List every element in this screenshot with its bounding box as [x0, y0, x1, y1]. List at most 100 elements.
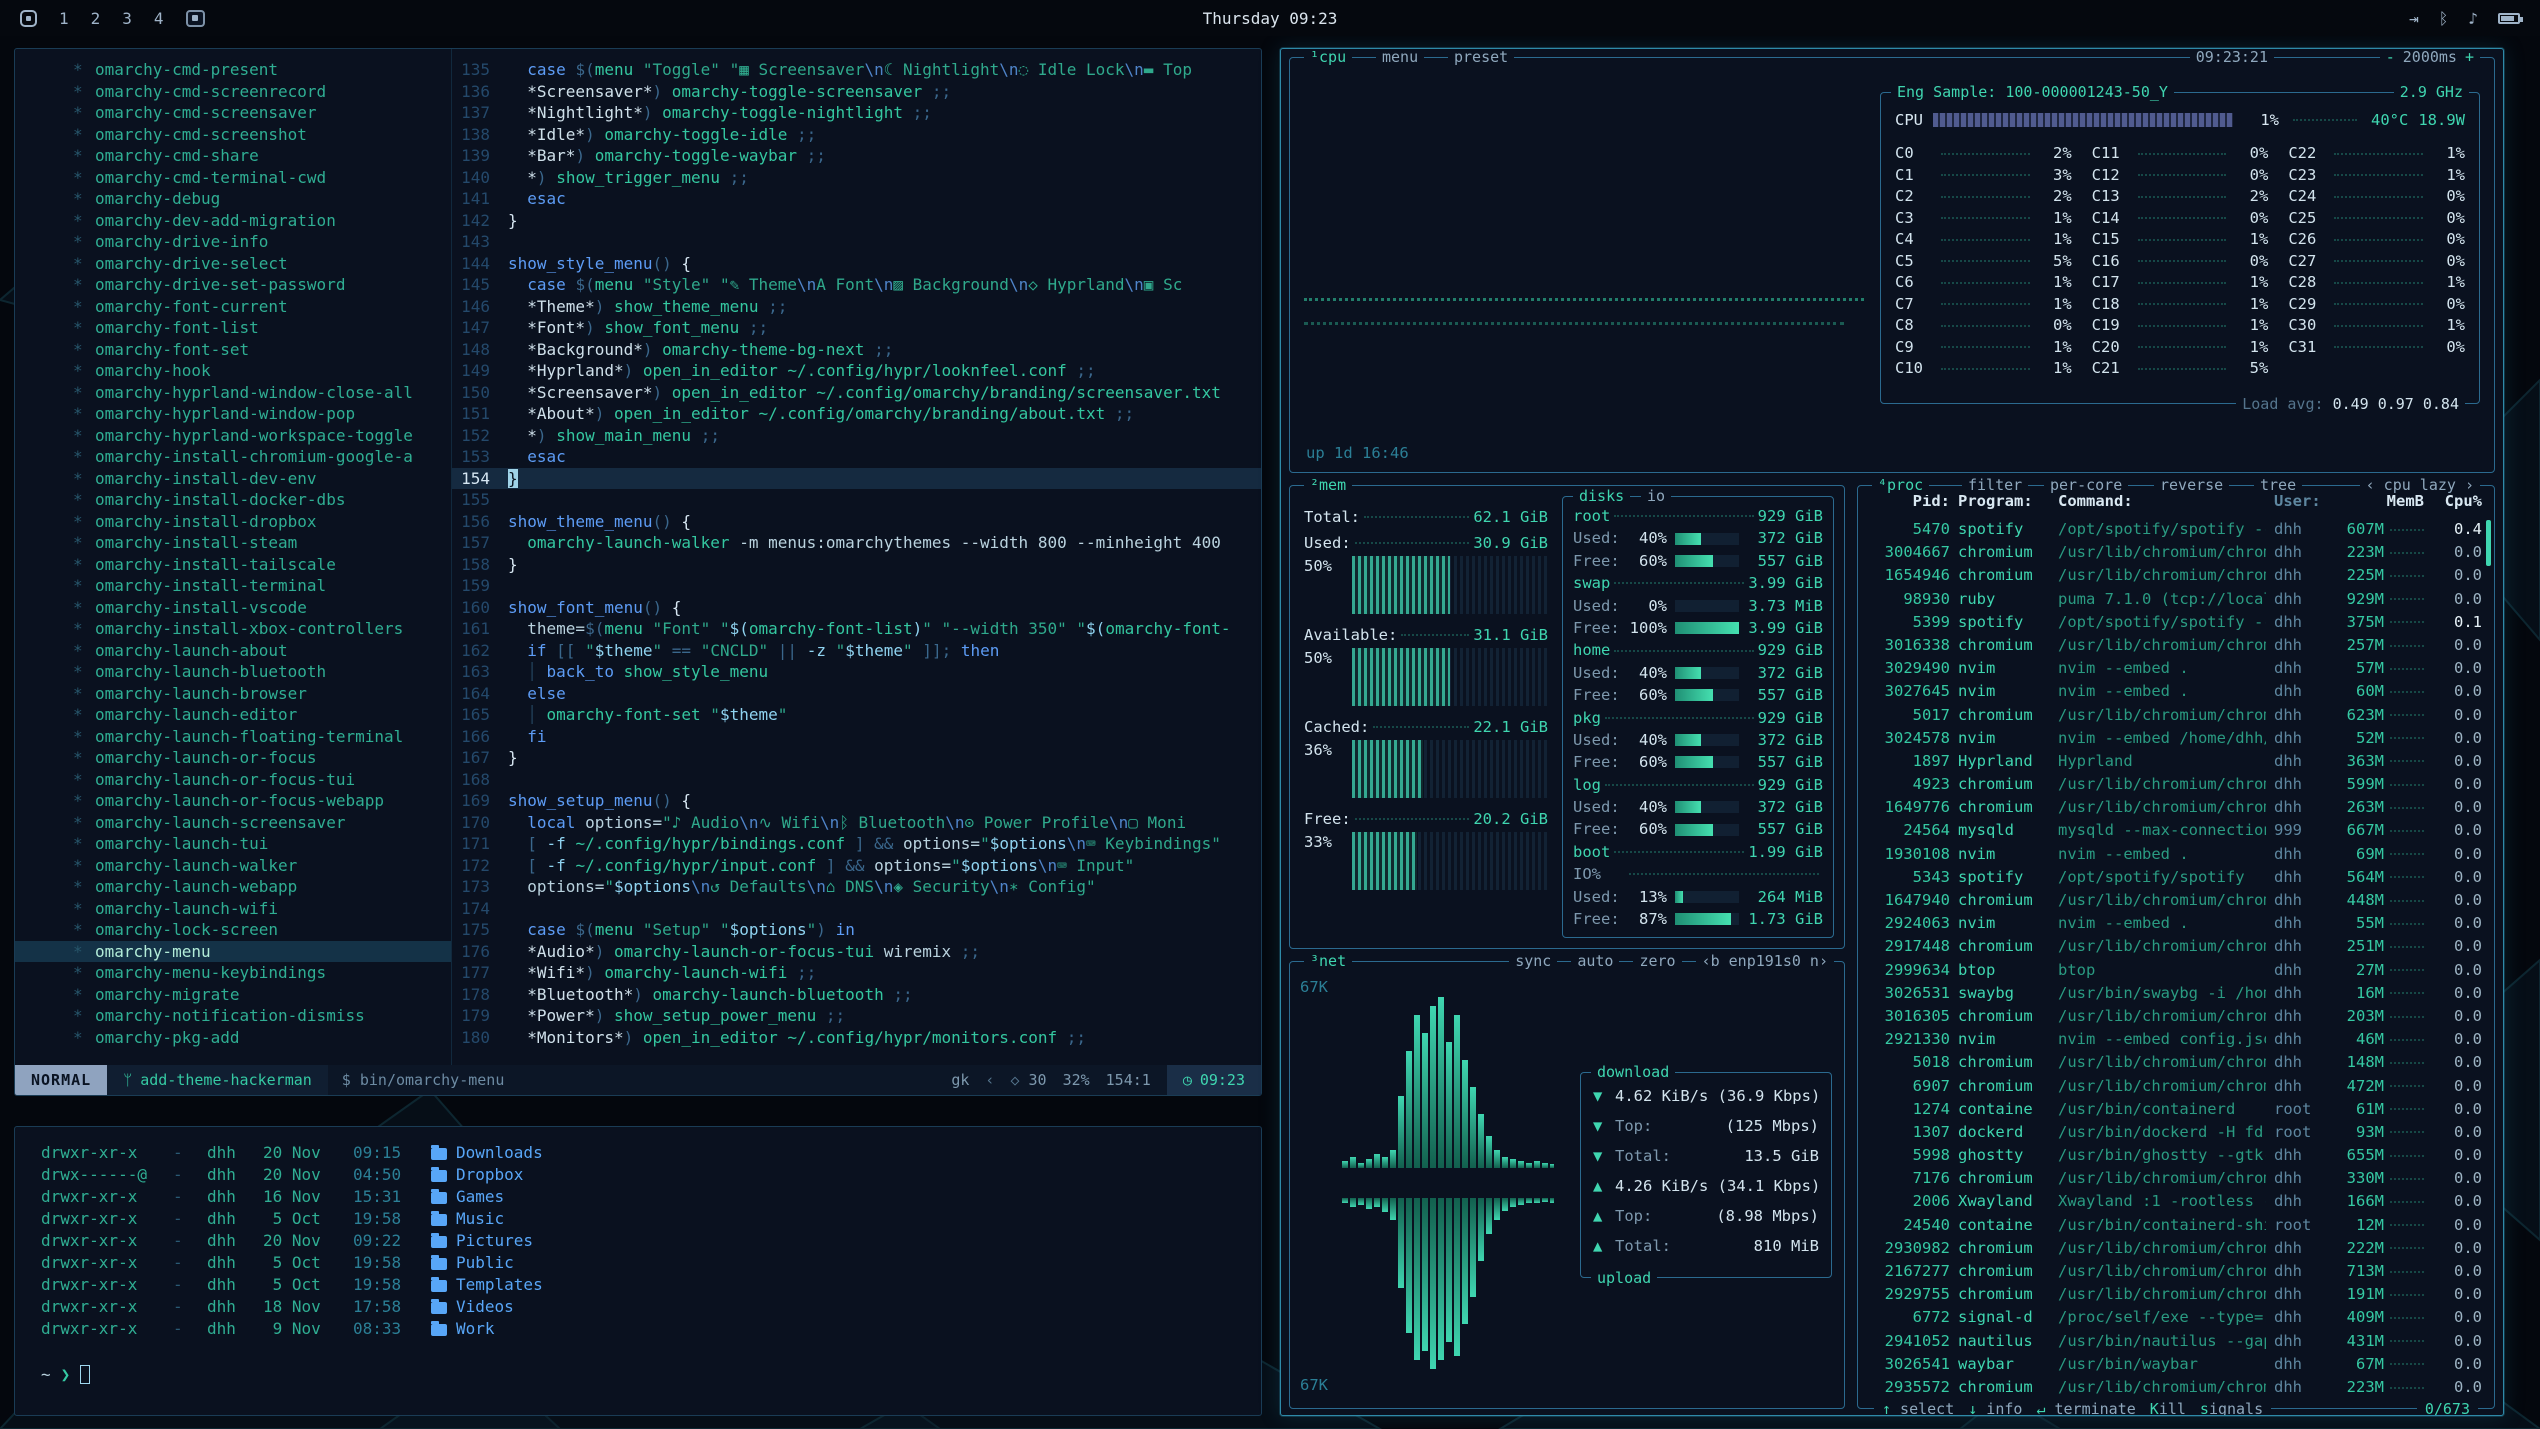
- file-item[interactable]: *omarchy-menu-keybindings: [15, 962, 451, 984]
- file-item[interactable]: *omarchy-font-list: [15, 317, 451, 339]
- per-core-button[interactable]: per-core: [2044, 475, 2128, 495]
- file-item[interactable]: *omarchy-launch-walker: [15, 855, 451, 877]
- battery-icon[interactable]: [2498, 13, 2520, 24]
- process-row[interactable]: 7176chromium/usr/lib/chromium/chromdhh33…: [1858, 1167, 2494, 1190]
- proc-footer-item[interactable]: Kill: [2150, 1399, 2186, 1416]
- file-item[interactable]: *omarchy-install-terminal: [15, 575, 451, 597]
- file-item[interactable]: *omarchy-cmd-screenrecord: [15, 81, 451, 103]
- file-item[interactable]: *omarchy-install-chromium-google-a: [15, 446, 451, 468]
- process-row[interactable]: 3027645nvimnvim --embed .dhh60M0.0: [1858, 680, 2494, 703]
- process-row[interactable]: 2167277chromium/usr/lib/chromium/chromdh…: [1858, 1260, 2494, 1283]
- process-row[interactable]: 2921330nvimnvim --embed config.jsodhh46M…: [1858, 1028, 2494, 1051]
- process-row[interactable]: 2941052nautilus/usr/bin/nautilus --gapdh…: [1858, 1330, 2494, 1353]
- process-row[interactable]: 3004667chromium/usr/lib/chromium/chromdh…: [1858, 541, 2494, 564]
- process-row[interactable]: 5343spotify/opt/spotify/spotifydhh564M0.…: [1858, 866, 2494, 889]
- process-row[interactable]: 5998ghostty/usr/bin/ghostty --gtk-dhh655…: [1858, 1144, 2494, 1167]
- process-row[interactable]: 3026541waybar/usr/bin/waybardhh67M0.0: [1858, 1353, 2494, 1376]
- process-row[interactable]: 3024578nvimnvim --embed /home/dhh/dhh52M…: [1858, 727, 2494, 750]
- bluetooth-icon[interactable]: ᛒ: [2439, 9, 2449, 28]
- tree-button[interactable]: tree: [2254, 475, 2302, 495]
- process-row[interactable]: 1307dockerd/usr/bin/dockerd -H fd:root93…: [1858, 1121, 2494, 1144]
- file-item[interactable]: *omarchy-hyprland-window-close-all: [15, 382, 451, 404]
- process-row[interactable]: 6772signal-d/proc/self/exe --type=rdhh40…: [1858, 1306, 2494, 1329]
- file-item[interactable]: *omarchy-launch-or-focus-webapp: [15, 790, 451, 812]
- auto-button[interactable]: auto: [1571, 951, 1619, 971]
- sort-selector[interactable]: ‹ cpu lazy ›: [2360, 475, 2480, 495]
- interval-decrease-button[interactable]: -: [2386, 48, 2395, 67]
- workspace-button-2[interactable]: 2: [91, 9, 101, 28]
- process-row[interactable]: 1930108nvimnvim --embed .dhh69M0.0: [1858, 843, 2494, 866]
- reverse-button[interactable]: reverse: [2154, 475, 2229, 495]
- process-row[interactable]: 5399spotify/opt/spotify/spotify --dhh375…: [1858, 611, 2494, 634]
- process-row[interactable]: 6907chromium/usr/lib/chromium/chromdhh47…: [1858, 1075, 2494, 1098]
- volume-icon[interactable]: ♪: [2468, 9, 2478, 28]
- process-row[interactable]: 1897HyprlandHyprlanddhh363M0.0: [1858, 750, 2494, 773]
- process-row[interactable]: 5017chromium/usr/lib/chromium/chromdhh62…: [1858, 704, 2494, 727]
- proc-footer-item[interactable]: ↵ terminate: [2036, 1399, 2135, 1416]
- file-item[interactable]: *omarchy-dev-add-migration: [15, 210, 451, 232]
- process-scrollbar[interactable]: [2486, 520, 2491, 566]
- file-item[interactable]: *omarchy-menu: [15, 941, 451, 963]
- file-item[interactable]: *omarchy-install-tailscale: [15, 554, 451, 576]
- process-row[interactable]: 1649776chromium/usr/lib/chromium/chromdh…: [1858, 796, 2494, 819]
- file-item[interactable]: *omarchy-launch-webapp: [15, 876, 451, 898]
- preset-button[interactable]: preset: [1448, 48, 1514, 67]
- file-item[interactable]: *omarchy-font-set: [15, 339, 451, 361]
- proc-footer-item[interactable]: ↓ info: [1968, 1399, 2022, 1416]
- file-item[interactable]: *omarchy-launch-screensaver: [15, 812, 451, 834]
- interval-increase-button[interactable]: +: [2465, 48, 2474, 67]
- file-item[interactable]: *omarchy-install-xbox-controllers: [15, 618, 451, 640]
- file-item[interactable]: *omarchy-launch-editor: [15, 704, 451, 726]
- file-item[interactable]: *omarchy-launch-wifi: [15, 898, 451, 920]
- process-row[interactable]: 2006XwaylandXwayland :1 -rootless -dhh16…: [1858, 1190, 2494, 1213]
- file-item[interactable]: *omarchy-cmd-screensaver: [15, 102, 451, 124]
- process-row[interactable]: 1647940chromium/usr/lib/chromium/chromdh…: [1858, 889, 2494, 912]
- process-row[interactable]: 3016305chromium/usr/lib/chromium/chromdh…: [1858, 1005, 2494, 1028]
- omarchy-logo-icon[interactable]: [20, 10, 37, 27]
- process-row[interactable]: 3016338chromium/usr/lib/chromium/chromdh…: [1858, 634, 2494, 657]
- file-item[interactable]: *omarchy-drive-info: [15, 231, 451, 253]
- zero-button[interactable]: zero: [1633, 951, 1681, 971]
- process-row[interactable]: 3029490nvimnvim --embed .dhh57M0.0: [1858, 657, 2494, 680]
- file-item[interactable]: *omarchy-lock-screen: [15, 919, 451, 941]
- file-explorer-pane[interactable]: *omarchy-cmd-present*omarchy-cmd-screenr…: [15, 49, 452, 1065]
- process-row[interactable]: 24540containe/usr/bin/containerd-shiroot…: [1858, 1214, 2494, 1237]
- filter-button[interactable]: filter: [1962, 475, 2028, 495]
- file-item[interactable]: *omarchy-launch-bluetooth: [15, 661, 451, 683]
- file-item[interactable]: *omarchy-drive-set-password: [15, 274, 451, 296]
- file-item[interactable]: *omarchy-debug: [15, 188, 451, 210]
- file-item[interactable]: *omarchy-install-steam: [15, 532, 451, 554]
- process-row[interactable]: 5470spotify/opt/spotify/spotify --dhh607…: [1858, 518, 2494, 541]
- file-item[interactable]: *omarchy-notification-dismiss: [15, 1005, 451, 1027]
- interface-selector[interactable]: ‹b enp191s0 n›: [1696, 951, 1834, 971]
- process-row[interactable]: 1654946chromium/usr/lib/chromium/chromdh…: [1858, 564, 2494, 587]
- process-row[interactable]: 3026531swaybg/usr/bin/swaybg -i /homdhh1…: [1858, 982, 2494, 1005]
- file-item[interactable]: *omarchy-cmd-present: [15, 59, 451, 81]
- workspace-button-3[interactable]: 3: [122, 9, 132, 28]
- menu-button[interactable]: menu: [1376, 48, 1424, 67]
- workspace-button-1[interactable]: 1: [59, 9, 69, 28]
- shell-prompt[interactable]: ~ ❯: [41, 1365, 1235, 1384]
- proc-footer-item[interactable]: signals: [2200, 1399, 2263, 1416]
- file-item[interactable]: *omarchy-hook: [15, 360, 451, 382]
- process-row[interactable]: 24564mysqldmysqld --max-connection999667…: [1858, 819, 2494, 842]
- file-item[interactable]: *omarchy-launch-browser: [15, 683, 451, 705]
- file-item[interactable]: *omarchy-pkg-add: [15, 1027, 451, 1049]
- file-item[interactable]: *omarchy-launch-or-focus: [15, 747, 451, 769]
- sync-button[interactable]: sync: [1509, 951, 1557, 971]
- disks-tab[interactable]: disks: [1573, 486, 1630, 506]
- file-item[interactable]: *omarchy-launch-tui: [15, 833, 451, 855]
- process-row[interactable]: 5018chromium/usr/lib/chromium/chromdhh14…: [1858, 1051, 2494, 1074]
- file-item[interactable]: *omarchy-launch-about: [15, 640, 451, 662]
- process-row[interactable]: 2924063nvimnvim --embed .dhh55M0.0: [1858, 912, 2494, 935]
- file-item[interactable]: *omarchy-cmd-screenshot: [15, 124, 451, 146]
- process-row[interactable]: 2929755chromium/usr/lib/chromium/chromdh…: [1858, 1283, 2494, 1306]
- file-item[interactable]: *omarchy-migrate: [15, 984, 451, 1006]
- active-workspace-indicator[interactable]: [186, 10, 205, 27]
- file-item[interactable]: *omarchy-launch-or-focus-tui: [15, 769, 451, 791]
- file-item[interactable]: *omarchy-install-vscode: [15, 597, 451, 619]
- process-row[interactable]: 2999634btopbtopdhh27M0.0: [1858, 959, 2494, 982]
- file-item[interactable]: *omarchy-hyprland-window-pop: [15, 403, 451, 425]
- file-item[interactable]: *omarchy-install-docker-dbs: [15, 489, 451, 511]
- file-item[interactable]: *omarchy-cmd-share: [15, 145, 451, 167]
